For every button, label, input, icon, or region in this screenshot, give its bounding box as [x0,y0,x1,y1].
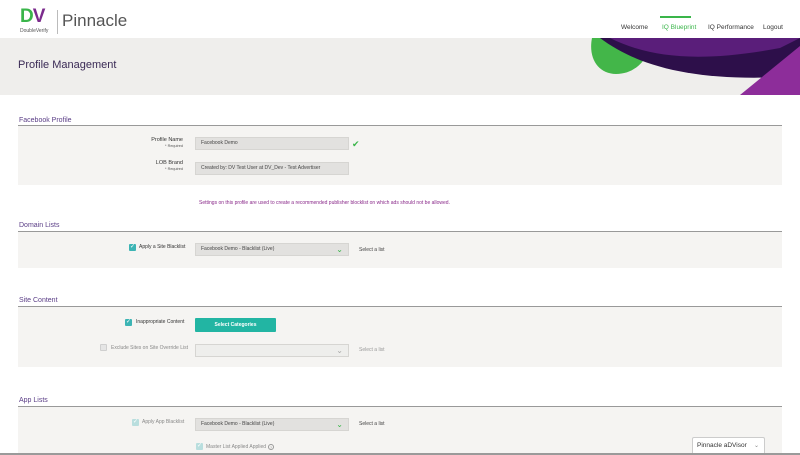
select-list-hint: Select a list [359,247,385,253]
page-banner: Profile Management [0,38,800,95]
logo[interactable]: DV DoubleVerify Pinnacle [20,6,127,34]
logo-mark: DV [20,6,46,27]
chevron-down-icon: ⌄ [336,420,343,429]
chevron-down-icon: ⌄ [336,346,343,355]
section-title-domain-lists: Domain Lists [19,222,60,229]
override-list-select[interactable]: ⌄ [195,344,349,357]
site-content-panel: ✓ Inappropriate Content Select Categorie… [18,307,782,367]
exclude-override-checkbox[interactable] [100,344,107,351]
inappropriate-content-label: Inappropriate Content [136,319,185,325]
app-lists-panel: ✓ Apply App Blacklist Facebook Demo - Bl… [18,407,782,453]
facebook-profile-panel: Profile Name * Required Facebook Demo ✔ … [18,126,782,185]
chevron-down-icon: ⌄ [336,245,343,254]
select-categories-button[interactable]: Select Categories [195,318,276,332]
lob-brand-input[interactable]: Created by: DV Test User at DV_Dev - Tes… [195,162,349,175]
page-title: Profile Management [18,59,117,71]
apply-app-blacklist-label: Apply App Blacklist [142,419,185,425]
logo-divider [57,10,58,34]
logo-letter-v: V [32,6,46,27]
product-name: Pinnacle [62,11,128,30]
master-list-label: Master List Applied Applied [206,444,267,450]
apply-site-blacklist-checkbox[interactable]: ✓ [129,244,136,251]
banner-decoration [591,38,800,95]
nav-welcome[interactable]: Welcome [621,24,648,31]
chevron-down-icon: ⌄ [753,443,759,449]
site-blacklist-value: Facebook Demo - Blacklist (Live) [201,246,275,252]
select-list-hint: Select a list [359,421,385,427]
logo-subtitle: DoubleVerify [20,28,49,34]
lob-brand-required: * Required [165,167,183,171]
logo-letter-d: D [20,6,34,27]
help-circle-icon[interactable]: ? [268,444,274,450]
domain-lists-panel: ✓ Apply a Site Blacklist Facebook Demo -… [18,232,782,268]
page: DV DoubleVerify Pinnacle Welcome IQ Blue… [0,0,800,455]
section-title-app-lists: App Lists [19,397,48,404]
section-title-facebook-profile: Facebook Profile [19,117,72,124]
lob-brand-label: LOB Brand [155,160,183,166]
profile-name-input[interactable]: Facebook Demo [195,137,349,150]
profile-info-text: Settings on this profile are used to cre… [199,200,450,206]
nav-active-indicator [660,16,691,18]
nav-iq-blueprint[interactable]: IQ Blueprint [662,24,696,31]
master-list-checkbox[interactable]: ✓ [196,443,203,450]
check-icon: ✔ [352,139,360,149]
section-title-site-content: Site Content [19,297,58,304]
site-blacklist-select[interactable]: Facebook Demo - Blacklist (Live) ⌄ [195,243,349,256]
profile-name-label: Profile Name [151,137,183,143]
profile-name-required: * Required [165,144,183,148]
select-list-hint: Select a list [359,347,385,353]
nav-logout[interactable]: Logout [763,24,783,31]
advisor-label: Pinnacle aDVisor [697,442,747,449]
app-blacklist-value: Facebook Demo - Blacklist (Live) [201,421,275,427]
top-bar: DV DoubleVerify Pinnacle Welcome IQ Blue… [0,0,800,38]
exclude-override-label: Exclude Sites on Site Override List [111,345,188,351]
app-blacklist-select[interactable]: Facebook Demo - Blacklist (Live) ⌄ [195,418,349,431]
apply-site-blacklist-label: Apply a Site Blacklist [139,244,186,250]
inappropriate-content-checkbox[interactable]: ✓ [125,319,132,326]
apply-app-blacklist-checkbox[interactable]: ✓ [132,419,139,426]
nav-iq-performance[interactable]: IQ Performance [708,24,754,31]
